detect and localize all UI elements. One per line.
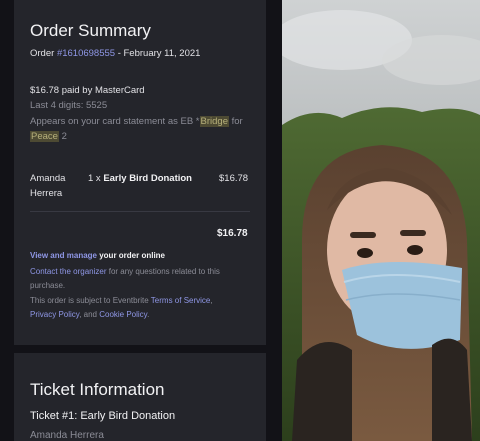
terms-text: This order is subject to Eventbrite [30, 296, 151, 305]
item-price: $16.78 [219, 173, 249, 184]
policy-and: , and [79, 310, 100, 319]
terms-comma: , [210, 296, 213, 305]
ticket-info-card: Ticket Information Ticket #1: Early Bird… [14, 353, 266, 441]
terms-of-service-link[interactable]: Terms of Service [151, 296, 211, 305]
ticket-info-title: Ticket Information [30, 380, 165, 399]
contact-line: Contact the organizer for any questions … [30, 267, 220, 276]
view-order-text: your order online [97, 251, 166, 260]
item-quantity: 1 x [88, 173, 104, 184]
line-item: 1 x Early Bird Donation [88, 173, 192, 184]
cookie-policy-link[interactable]: Cookie Policy [99, 310, 147, 319]
attendee-first-name: Amanda [30, 173, 66, 184]
view-order-line: View and manage your order online [30, 251, 165, 260]
privacy-policy-link[interactable]: Privacy Policy [30, 310, 79, 319]
statement-text-for: for [228, 116, 243, 127]
ticket-label: Ticket #1: Early Bird Donation [30, 410, 176, 422]
divider [30, 211, 250, 212]
terms-line: This order is subject to Eventbrite Term… [30, 296, 213, 305]
selfie-image [282, 0, 480, 441]
statement-text-2: 2 [58, 131, 67, 142]
statement-highlight-peace: Peace [30, 131, 59, 142]
policy-period: . [147, 310, 150, 319]
attendee-last-name: Herrera [30, 188, 63, 199]
order-panel: Order Summary Order #1610698555 - Februa… [0, 0, 282, 441]
order-total: $16.78 [217, 228, 248, 239]
policy-line: Privacy Policy, and Cookie Policy. [30, 310, 149, 319]
contact-text-2: purchase. [30, 281, 66, 290]
item-name: Early Bird Donation [103, 173, 192, 184]
order-number-link[interactable]: #1610698555 [57, 48, 115, 59]
order-summary-title: Order Summary [30, 21, 151, 40]
statement-highlight-bridge: Bridge [199, 116, 229, 127]
statement-line-2: Peace 2 [30, 131, 67, 142]
ticket-attendee: Amanda Herrera [30, 430, 104, 441]
statement-line: Appears on your card statement as EB *Br… [30, 116, 243, 127]
contact-text: for any questions related to this [106, 267, 220, 276]
selfie-photo [282, 0, 480, 441]
order-line: Order #1610698555 - February 11, 2021 [30, 48, 200, 59]
paid-line: $16.78 paid by MasterCard [30, 85, 145, 96]
view-manage-link[interactable]: View and manage [30, 251, 97, 260]
card-last-digits: Last 4 digits: 5525 [30, 100, 108, 111]
contact-organizer-link[interactable]: Contact the organizer [30, 267, 107, 276]
order-summary-card: Order Summary Order #1610698555 - Februa… [14, 0, 266, 345]
order-prefix: Order [30, 48, 57, 59]
statement-text: Appears on your card statement as EB * [30, 116, 200, 127]
order-date: - February 11, 2021 [115, 48, 201, 59]
